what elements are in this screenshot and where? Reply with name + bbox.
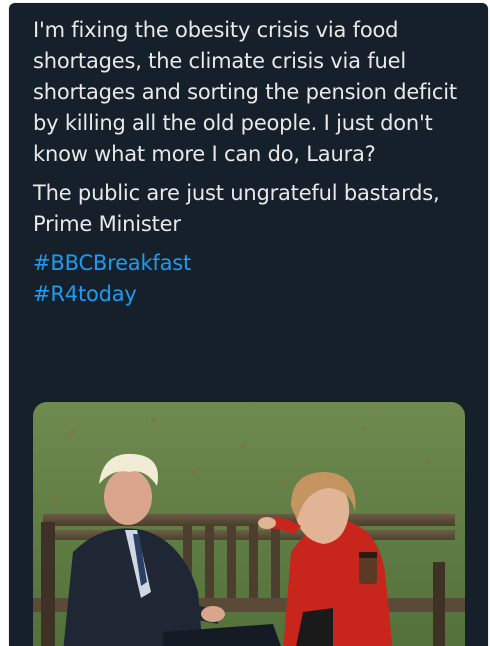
tweet-paragraph-1: I'm fixing the obesity crisis via food s… [33, 18, 457, 166]
tweet-paragraph-2: The public are just ungrateful bastards,… [33, 181, 440, 236]
hashtag-bbcbreakfast[interactable]: #BBCBreakfast [33, 248, 463, 279]
tweet-photo[interactable] [33, 402, 465, 646]
hashtag-r4today[interactable]: #R4today [33, 279, 463, 310]
tweet-body: I'm fixing the obesity crisis via food s… [33, 15, 463, 310]
tweet-card: I'm fixing the obesity crisis via food s… [9, 3, 488, 646]
park-bench-photo [33, 402, 465, 646]
